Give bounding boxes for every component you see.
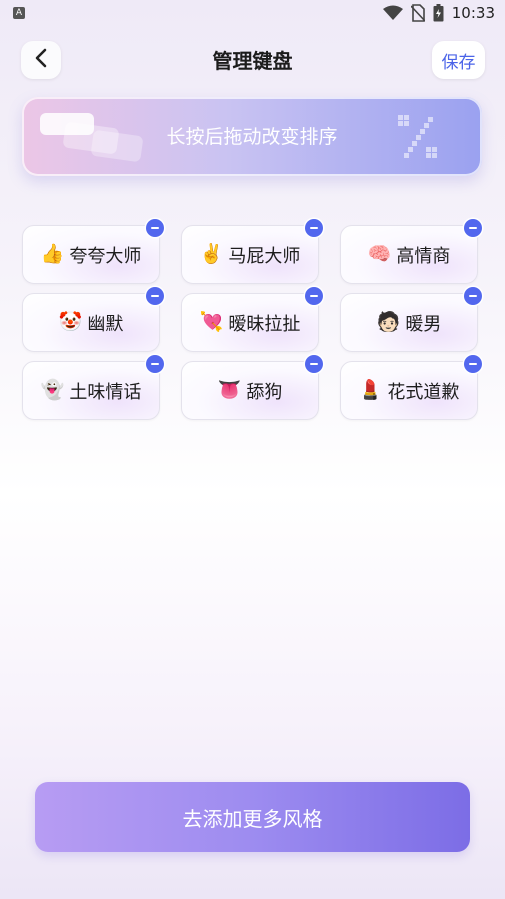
sort-hint-banner: 长按后拖动改变排序: [22, 97, 482, 176]
chip-label: 高情商: [396, 245, 451, 267]
chip-label: 暖男: [405, 313, 442, 335]
keyboard-chip[interactable]: 🤡 幽默: [22, 287, 164, 352]
page-title: 管理键盘: [212, 49, 293, 73]
chip-emoji-icon: ✌️: [199, 243, 224, 265]
no-sim-icon: [410, 4, 425, 22]
keyboard-chip[interactable]: 💄 花式道歉: [340, 355, 482, 420]
keyboard-chip[interactable]: 🧠 高情商: [340, 219, 482, 284]
remove-keyboard-button[interactable]: [464, 287, 482, 305]
keyboard-chip[interactable]: 👻 土味情话: [22, 355, 164, 420]
remove-keyboard-button[interactable]: [146, 355, 164, 373]
keyboard-chip[interactable]: ✌️ 马屁大师: [181, 219, 323, 284]
chip-label: 暧昧拉扯: [228, 313, 301, 335]
keyboard-chip[interactable]: 🧑🏻 暖男: [340, 287, 482, 352]
chip-label: 舔狗: [246, 381, 283, 403]
app-badge: A: [13, 7, 25, 19]
status-bar: A 10:33: [0, 0, 505, 28]
keyboard-chip[interactable]: 👍 夸夸大师: [22, 219, 164, 284]
clock: 10:33: [451, 4, 495, 22]
remove-keyboard-button[interactable]: [305, 355, 323, 373]
add-more-styles-button[interactable]: 去添加更多风格: [35, 782, 470, 852]
remove-keyboard-button[interactable]: [305, 219, 323, 237]
remove-keyboard-button[interactable]: [146, 219, 164, 237]
chip-emoji-icon: 🧑🏻: [376, 311, 401, 333]
chip-label: 马屁大师: [228, 245, 301, 267]
chip-emoji-icon: 👍: [40, 243, 65, 265]
banner-text: 长按后拖动改变排序: [166, 126, 338, 148]
save-button[interactable]: 保存: [432, 41, 485, 79]
chip-emoji-icon: 🤡: [58, 311, 83, 333]
wifi-icon: [382, 5, 403, 21]
remove-keyboard-button[interactable]: [464, 355, 482, 373]
chip-label: 幽默: [87, 313, 124, 335]
keyboard-chip[interactable]: 💘 暧昧拉扯: [181, 287, 323, 352]
remove-keyboard-button[interactable]: [305, 287, 323, 305]
chip-emoji-icon: 🧠: [367, 243, 392, 265]
chip-emoji-icon: 💄: [358, 379, 383, 401]
chip-label: 土味情话: [69, 381, 142, 403]
remove-keyboard-button[interactable]: [146, 287, 164, 305]
chip-emoji-icon: 👻: [40, 379, 65, 401]
chip-label: 夸夸大师: [69, 245, 142, 267]
keyboard-chip[interactable]: 👅 舔狗: [181, 355, 323, 420]
chip-emoji-icon: 💘: [199, 311, 224, 333]
battery-icon: [433, 4, 444, 22]
chip-label: 花式道歉: [387, 381, 460, 403]
remove-keyboard-button[interactable]: [464, 219, 482, 237]
chip-emoji-icon: 👅: [217, 379, 242, 401]
